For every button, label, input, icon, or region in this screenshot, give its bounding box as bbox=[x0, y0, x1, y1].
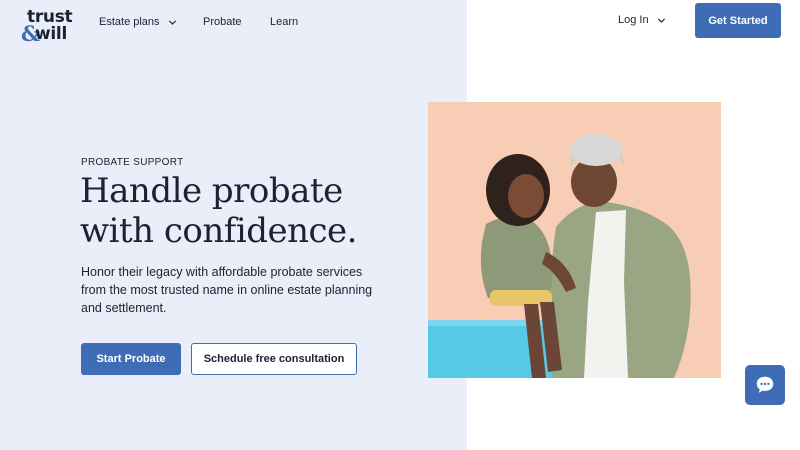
nav-probate[interactable]: Probate bbox=[203, 14, 242, 30]
nav-probate-label: Probate bbox=[203, 16, 242, 28]
hero-photo-illustration bbox=[428, 102, 721, 378]
start-probate-button[interactable]: Start Probate bbox=[81, 343, 181, 375]
chat-bubble-icon bbox=[756, 376, 774, 393]
nav-learn[interactable]: Learn bbox=[270, 14, 298, 30]
hero-headline: Handle probate with confidence. bbox=[80, 171, 357, 251]
chevron-down-icon bbox=[168, 19, 176, 25]
hero-subtext: Honor their legacy with affordable proba… bbox=[81, 265, 373, 315]
hero-eyebrow: PROBATE SUPPORT bbox=[81, 157, 184, 168]
nav-estate-plans[interactable]: Estate plans bbox=[99, 14, 177, 30]
chat-button[interactable] bbox=[745, 365, 785, 405]
schedule-consultation-button[interactable]: Schedule free consultation bbox=[191, 343, 357, 375]
get-started-button[interactable]: Get Started bbox=[695, 3, 781, 38]
nav-log-in[interactable]: Log In bbox=[618, 12, 666, 28]
trust-and-will-logo[interactable]: trust & will bbox=[21, 8, 73, 44]
nav-learn-label: Learn bbox=[270, 16, 299, 28]
nav-log-in-label: Log In bbox=[618, 14, 649, 26]
nav-estate-plans-label: Estate plans bbox=[99, 16, 160, 28]
chevron-down-icon bbox=[657, 17, 665, 23]
logo-word-will: will bbox=[35, 24, 67, 44]
hero-photo bbox=[428, 102, 721, 378]
